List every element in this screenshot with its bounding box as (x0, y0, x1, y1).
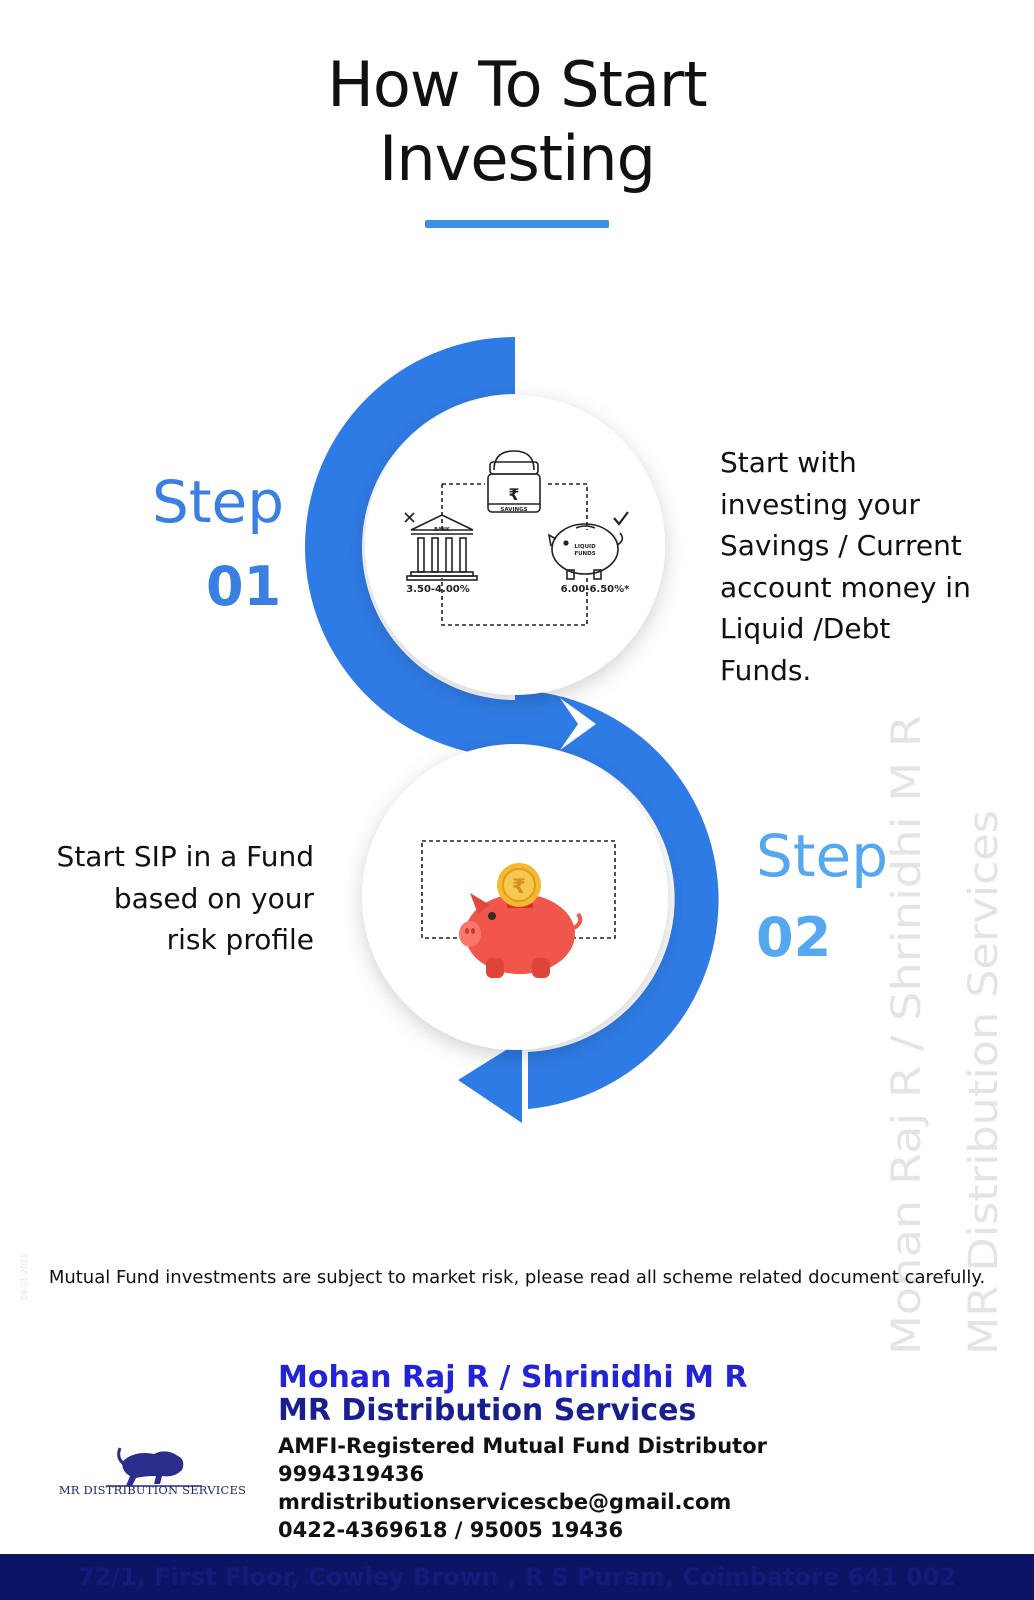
liquid-label-2: FUNDS (574, 551, 595, 557)
arrow-head (458, 1040, 522, 1123)
step2-desc-line: Start SIP in a Fund (56, 840, 314, 873)
date-stamp: 09-01-2021 (20, 1253, 29, 1301)
step1-desc-line: Liquid /Debt (720, 612, 891, 645)
s-curve-graphic: ₹ SAVINGS BANK 3.50-4.00% LIQUID FUNDS 6… (305, 337, 719, 1123)
contact-designation: AMFI-Registered Mutual Fund Distributor (278, 1434, 767, 1458)
vertical-watermark: Mohan Raj R / Shrinidhi M R MR Distribut… (884, 715, 1007, 1355)
step2-number: 02 (756, 906, 832, 969)
savings-label: SAVINGS (500, 507, 527, 513)
title-underline (425, 220, 609, 228)
liquid-label-1: LIQUID (574, 544, 596, 550)
step1-circle (365, 395, 665, 695)
step1-desc-line: account money in (720, 570, 971, 604)
page-title: How To Start Investing (0, 48, 1034, 196)
step2-label: Step (756, 822, 889, 890)
liquid-rate: 6.00-6.50%* (561, 584, 631, 595)
watermark-line-1: Mohan Raj R / Shrinidhi M R (884, 715, 930, 1355)
contact-email[interactable]: mrdistributionservicescbe@gmail.com (278, 1488, 767, 1516)
step1-desc-line: Start with (720, 446, 857, 479)
title-line-2: Investing (379, 122, 656, 195)
contact-landline[interactable]: 0422-4369618 / 95005 19436 (278, 1516, 767, 1544)
bank-rate: 3.50-4.00% (406, 584, 470, 595)
step1-desc-line: Savings / Current (720, 529, 962, 562)
title-line-1: How To Start (327, 48, 707, 121)
contact-block: Mohan Raj R / Shrinidhi M R MR Distribut… (278, 1361, 767, 1544)
step1-number: 01 (206, 555, 282, 618)
savings-rupee: ₹ (508, 485, 519, 504)
contact-phone[interactable]: 9994319436 (278, 1460, 767, 1488)
step1-description: Start with investing your Savings / Curr… (720, 442, 1020, 691)
step1-label: Step (152, 468, 285, 536)
step2-description: Start SIP in a Fund based on your risk p… (40, 836, 314, 961)
coin-rupee: ₹ (512, 874, 526, 898)
footer-address: 72/1, First Floor, Cowley Brown , R S Pu… (77, 1563, 957, 1591)
contact-company: MR Distribution Services (278, 1393, 697, 1428)
disclaimer: Mutual Fund investments are subject to m… (48, 1267, 986, 1288)
step2-desc-line: based on your (113, 881, 314, 915)
contact-names: Mohan Raj R / Shrinidhi M R (278, 1360, 748, 1395)
step2-desc-line: risk profile (166, 923, 314, 956)
bank-label: BANK (434, 527, 451, 533)
logo-text: MR DISTRIBUTION SERVICES (58, 1483, 247, 1497)
step1-desc-line: investing your (720, 487, 921, 521)
step1-desc-line: Funds. (720, 653, 812, 687)
